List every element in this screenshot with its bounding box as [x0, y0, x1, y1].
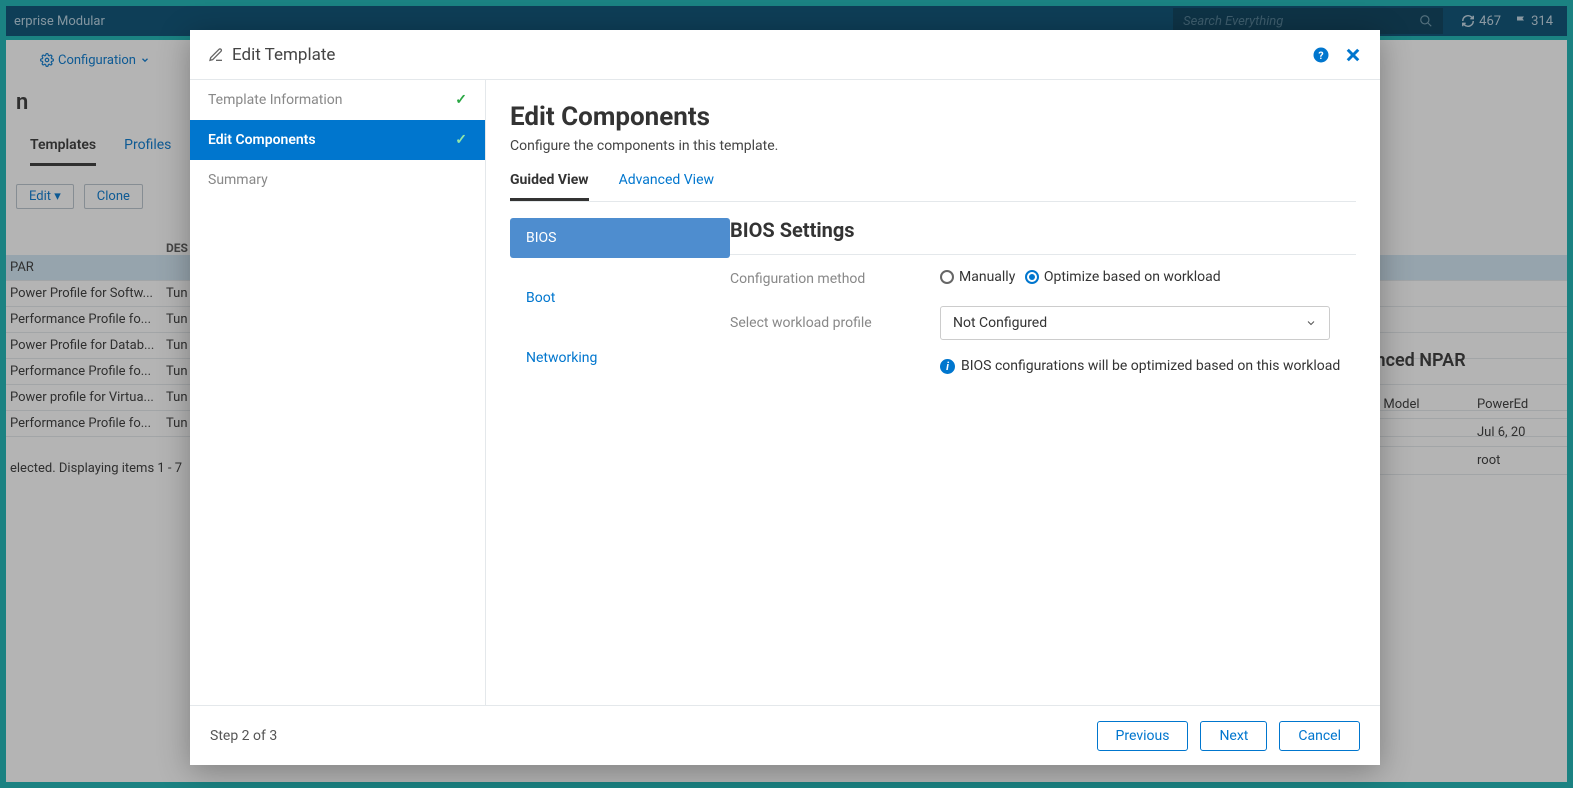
next-button[interactable]: Next: [1200, 721, 1267, 751]
view-tabs: Guided View Advanced View: [510, 172, 1356, 202]
radio-icon: [1025, 270, 1039, 284]
step-indicator: Step 2 of 3: [210, 728, 277, 744]
modal-header: Edit Template ?: [190, 30, 1380, 80]
config-method-row: Configuration method Manually Optimize b…: [730, 269, 1356, 288]
close-icon[interactable]: [1344, 46, 1362, 64]
workload-value: Not Configured: [953, 315, 1047, 331]
modal-footer: Step 2 of 3 Previous Next Cancel: [190, 705, 1380, 765]
inner-layout: BIOS Boot Networking BIOS Settings Confi…: [510, 218, 1356, 398]
previous-button[interactable]: Previous: [1097, 721, 1189, 751]
tab-advanced-view[interactable]: Advanced View: [619, 172, 714, 201]
component-sidenav: BIOS Boot Networking: [510, 218, 730, 398]
wizard-step-edit-components[interactable]: Edit Components ✓: [190, 120, 485, 160]
radio-optimize[interactable]: Optimize based on workload: [1025, 269, 1221, 285]
info-icon: i: [940, 359, 955, 374]
workload-label: Select workload profile: [730, 315, 940, 331]
svg-text:?: ?: [1318, 48, 1323, 61]
content-sub: Configure the components in this templat…: [510, 138, 1356, 154]
bios-info: i BIOS configurations will be optimized …: [940, 358, 1356, 374]
radio-icon: [940, 270, 954, 284]
config-method-label: Configuration method: [730, 271, 940, 287]
radio-manually[interactable]: Manually: [940, 269, 1015, 285]
sidenav-boot[interactable]: Boot: [510, 278, 730, 318]
bios-heading: BIOS Settings: [730, 218, 1356, 255]
check-icon: ✓: [455, 132, 467, 148]
chevron-down-icon: [1305, 317, 1317, 329]
sidenav-networking[interactable]: Networking: [510, 338, 730, 378]
help-icon[interactable]: ?: [1312, 46, 1330, 64]
modal-title: Edit Template: [232, 45, 335, 65]
wizard-step-summary[interactable]: Summary: [190, 160, 485, 200]
edit-icon: [208, 47, 224, 63]
modal-content: Edit Components Configure the components…: [486, 80, 1380, 705]
edit-template-modal: Edit Template ? Template Information ✓ E…: [190, 30, 1380, 765]
workload-select[interactable]: Not Configured: [940, 306, 1330, 340]
wizard-step-template-information[interactable]: Template Information ✓: [190, 80, 485, 120]
tab-guided-view[interactable]: Guided View: [510, 172, 589, 201]
check-icon: ✓: [455, 92, 467, 108]
modal-body: Template Information ✓ Edit Components ✓…: [190, 80, 1380, 705]
sidenav-bios[interactable]: BIOS: [510, 218, 730, 258]
wizard-steps: Template Information ✓ Edit Components ✓…: [190, 80, 486, 705]
info-text: BIOS configurations will be optimized ba…: [961, 358, 1340, 374]
bios-settings-panel: BIOS Settings Configuration method Manua…: [730, 218, 1356, 398]
content-heading: Edit Components: [510, 102, 1356, 132]
cancel-button[interactable]: Cancel: [1279, 721, 1360, 751]
workload-row: Select workload profile Not Configured: [730, 306, 1356, 340]
